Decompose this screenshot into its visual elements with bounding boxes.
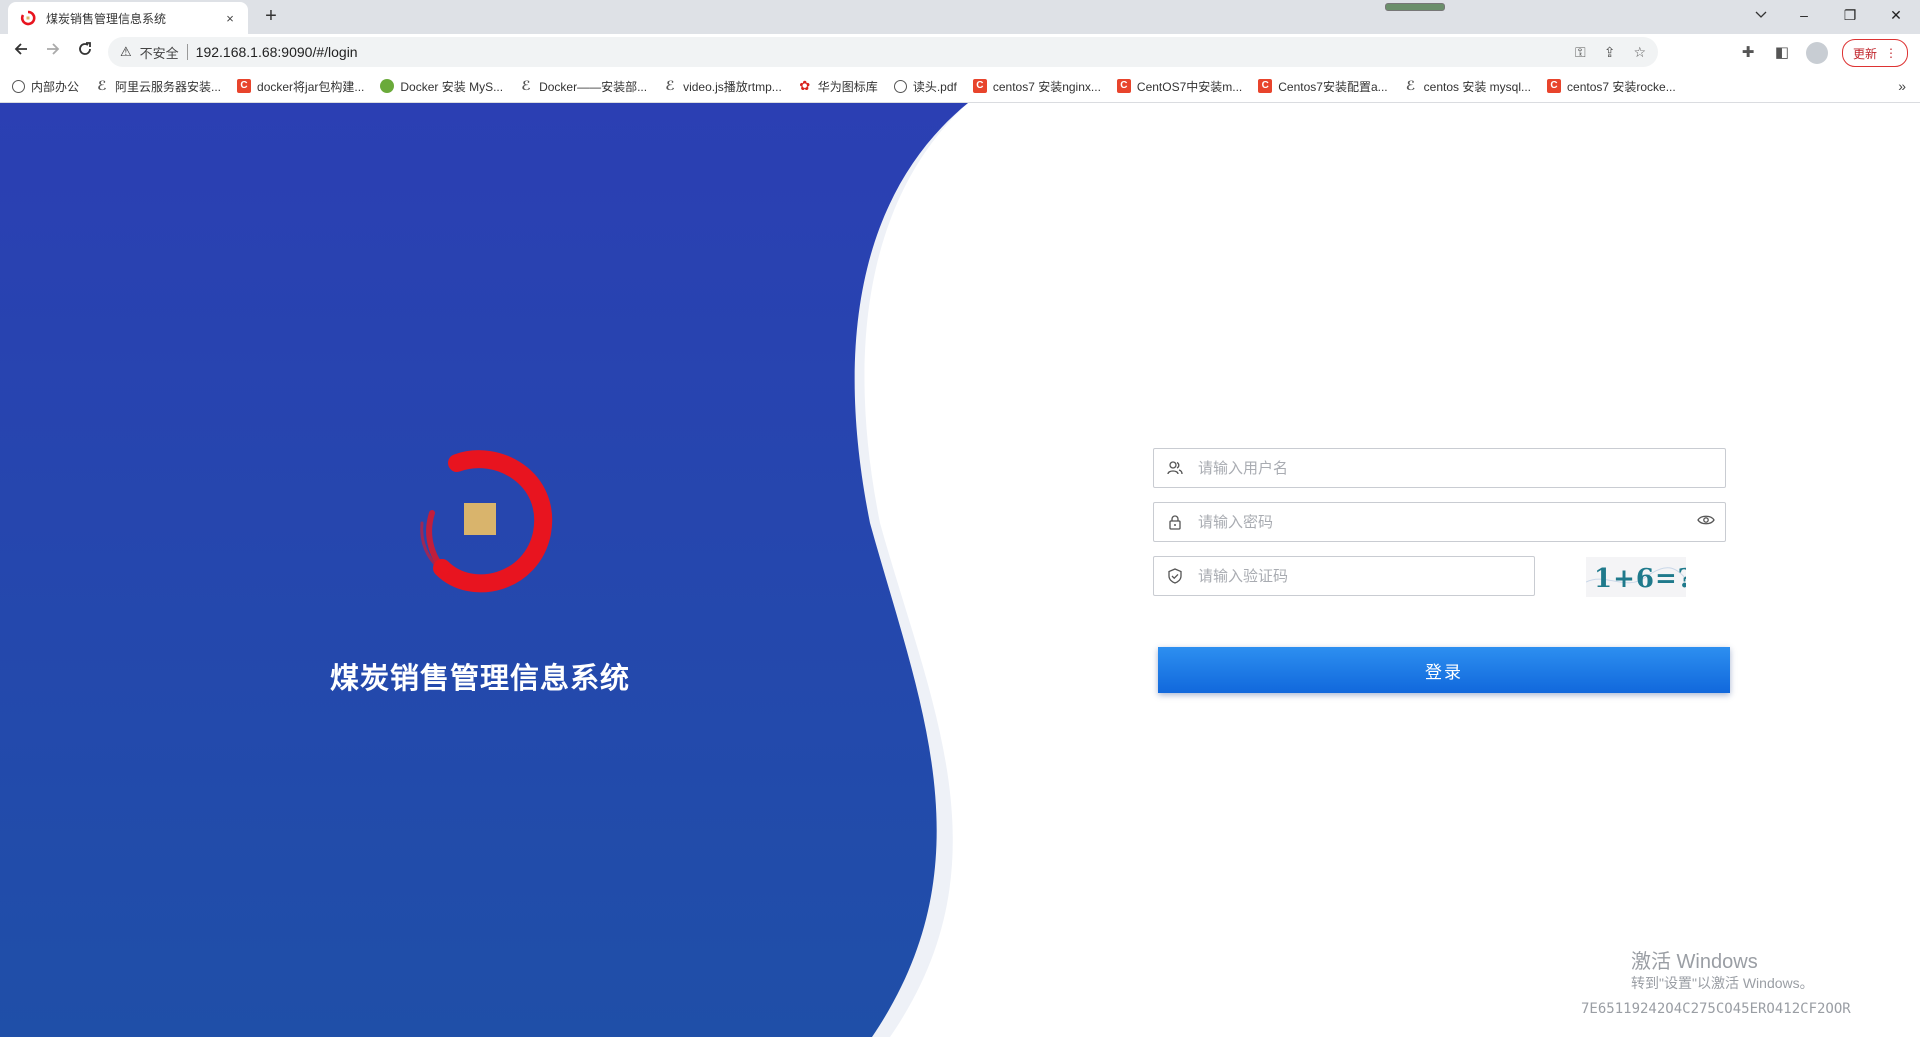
- bookmark-item[interactable]: Ccentos7 安装rocke...: [1547, 78, 1676, 95]
- security-label[interactable]: 不安全: [140, 43, 179, 62]
- windows-activation-code: 7E65119242O4C275CO45ERO412CF2OOR: [1581, 1001, 1851, 1017]
- url-text[interactable]: 192.168.1.68:9090/#/login: [196, 44, 358, 60]
- browser-toolbar: ⚠ 不安全 192.168.1.68:9090/#/login ⚿ ⇪ ☆ ✚ …: [0, 34, 1920, 70]
- site-favicon-icon: [20, 10, 36, 26]
- csdn-icon: C: [237, 79, 252, 93]
- huawei-icon: ✿: [799, 78, 811, 93]
- bookmark-item[interactable]: Docker 安装 MyS...: [380, 78, 503, 95]
- bookmark-label: centos 安装 mysql...: [1423, 79, 1532, 94]
- bookmark-item[interactable]: ℰ 阿里云服务器安装...: [95, 78, 221, 95]
- bookmark-item[interactable]: ℰcentos 安装 mysql...: [1404, 78, 1531, 95]
- forward-arrow-icon[interactable]: [40, 40, 66, 64]
- bookmarks-more-icon[interactable]: »: [1898, 78, 1906, 94]
- bookmark-label: 华为图标库: [817, 79, 878, 94]
- address-bar[interactable]: ⚠ 不安全 192.168.1.68:9090/#/login ⚿ ⇪ ☆: [108, 37, 1658, 67]
- wave-icon: ℰ: [521, 78, 531, 93]
- captcha-field[interactable]: [1153, 556, 1535, 596]
- bookmark-item[interactable]: 内部办公: [12, 78, 79, 95]
- login-page: 煤炭销售管理信息系统 1+6=? 登录 激活 Windows 转到"设置"以激活…: [0, 103, 1920, 1037]
- bookmark-label: 读头.pdf: [912, 79, 957, 94]
- back-arrow-icon[interactable]: [8, 40, 34, 64]
- more-menu-icon: ⋮: [1885, 46, 1897, 60]
- bookmark-label: centos7 安装rocke...: [1567, 79, 1676, 94]
- bookmark-item[interactable]: 读头.pdf: [893, 78, 957, 95]
- globe-icon: [12, 79, 25, 93]
- key-icon[interactable]: ⚿: [1575, 44, 1586, 61]
- globe-icon: [893, 79, 907, 93]
- captcha-input[interactable]: [1196, 566, 1534, 586]
- active-tab[interactable]: 煤炭销售管理信息系统 ×: [8, 2, 248, 34]
- csdn-icon: C: [972, 79, 987, 93]
- bookmark-item[interactable]: Cdocker将jar包构建...: [237, 78, 364, 95]
- separator: [186, 44, 188, 60]
- tab-title: 煤炭销售管理信息系统: [46, 11, 167, 26]
- system-title: 煤炭销售管理信息系统: [329, 663, 630, 695]
- tab-close-icon[interactable]: ×: [220, 11, 240, 26]
- close-window-button[interactable]: ✕: [1873, 0, 1919, 30]
- tab-strip: 煤炭销售管理信息系统 × + – ❐ ✕: [0, 0, 1920, 34]
- bookmark-item[interactable]: Ccentos7 安装nginx...: [972, 78, 1101, 95]
- update-label: 更新: [1852, 46, 1877, 61]
- bookmark-label: Centos7安装配置a...: [1278, 79, 1388, 94]
- password-input[interactable]: [1196, 512, 1697, 532]
- bookmark-item[interactable]: ✿ 华为图标库: [798, 78, 878, 95]
- username-field[interactable]: [1153, 448, 1726, 488]
- bookmark-label: Docker 安装 MyS...: [400, 79, 504, 94]
- share-icon[interactable]: ⇪: [1604, 44, 1616, 61]
- update-button[interactable]: 更新 ⋮: [1841, 39, 1908, 67]
- lock-icon: [1166, 514, 1184, 530]
- windows-activation-title: 激活 Windows: [1631, 951, 1758, 973]
- password-field[interactable]: [1153, 502, 1726, 542]
- minimize-button[interactable]: –: [1781, 0, 1827, 30]
- star-icon[interactable]: ☆: [1633, 44, 1646, 61]
- shield-check-icon: [1166, 568, 1184, 584]
- new-tab-button[interactable]: +: [260, 6, 282, 28]
- extensions-puzzle-icon[interactable]: ✚: [1738, 43, 1758, 63]
- username-input[interactable]: [1196, 458, 1725, 478]
- bookmark-label: video.js播放rtmp...: [683, 79, 782, 94]
- bookmark-item[interactable]: ℰ Docker——安装部...: [519, 78, 647, 95]
- runoob-icon: [380, 79, 395, 93]
- bookmarks-bar: 内部办公 ℰ 阿里云服务器安装... Cdocker将jar包构建... Docker …: [0, 70, 1920, 103]
- wave-icon: ℰ: [1405, 78, 1416, 93]
- csdn-icon: C: [1547, 79, 1562, 93]
- download-progress-indicator: [1385, 3, 1445, 11]
- captcha-text: 1+6=?: [1594, 564, 1686, 594]
- side-panel-icon[interactable]: ◧: [1772, 43, 1792, 63]
- user-icon: [1166, 460, 1184, 476]
- windows-activation-hint: 转到"设置"以激活 Windows。: [1631, 975, 1814, 991]
- eye-icon[interactable]: [1697, 513, 1715, 531]
- csdn-icon: C: [1116, 79, 1131, 93]
- chevron-down-icon[interactable]: [1738, 0, 1784, 30]
- login-button[interactable]: 登录: [1158, 647, 1730, 693]
- bookmark-label: 内部办公: [31, 79, 80, 94]
- restore-button[interactable]: ❐: [1827, 0, 1873, 30]
- bookmark-label: Docker——安装部...: [539, 79, 648, 94]
- wave-icon: ℰ: [665, 78, 675, 93]
- bookmark-label: docker将jar包构建...: [257, 79, 365, 94]
- wave-icon: ℰ: [97, 78, 107, 93]
- bookmark-item[interactable]: C Centos7安装配置a...: [1258, 78, 1388, 95]
- bookmark-item[interactable]: ℰvideo.js播放rtmp...: [663, 78, 782, 95]
- company-logo-icon: [420, 450, 553, 593]
- reload-icon[interactable]: [72, 40, 98, 64]
- bookmark-item[interactable]: C CentOS7中安装m...: [1116, 78, 1243, 95]
- bookmark-label: 阿里云服务器安装...: [115, 79, 222, 94]
- csdn-icon: C: [1258, 79, 1273, 93]
- warning-icon: ⚠: [120, 44, 132, 59]
- bookmark-label: centos7 安装nginx...: [992, 79, 1101, 94]
- bookmark-label: CentOS7中安装m...: [1136, 79, 1243, 94]
- profile-avatar-icon[interactable]: [1805, 42, 1828, 64]
- captcha-image[interactable]: 1+6=?: [1586, 557, 1686, 597]
